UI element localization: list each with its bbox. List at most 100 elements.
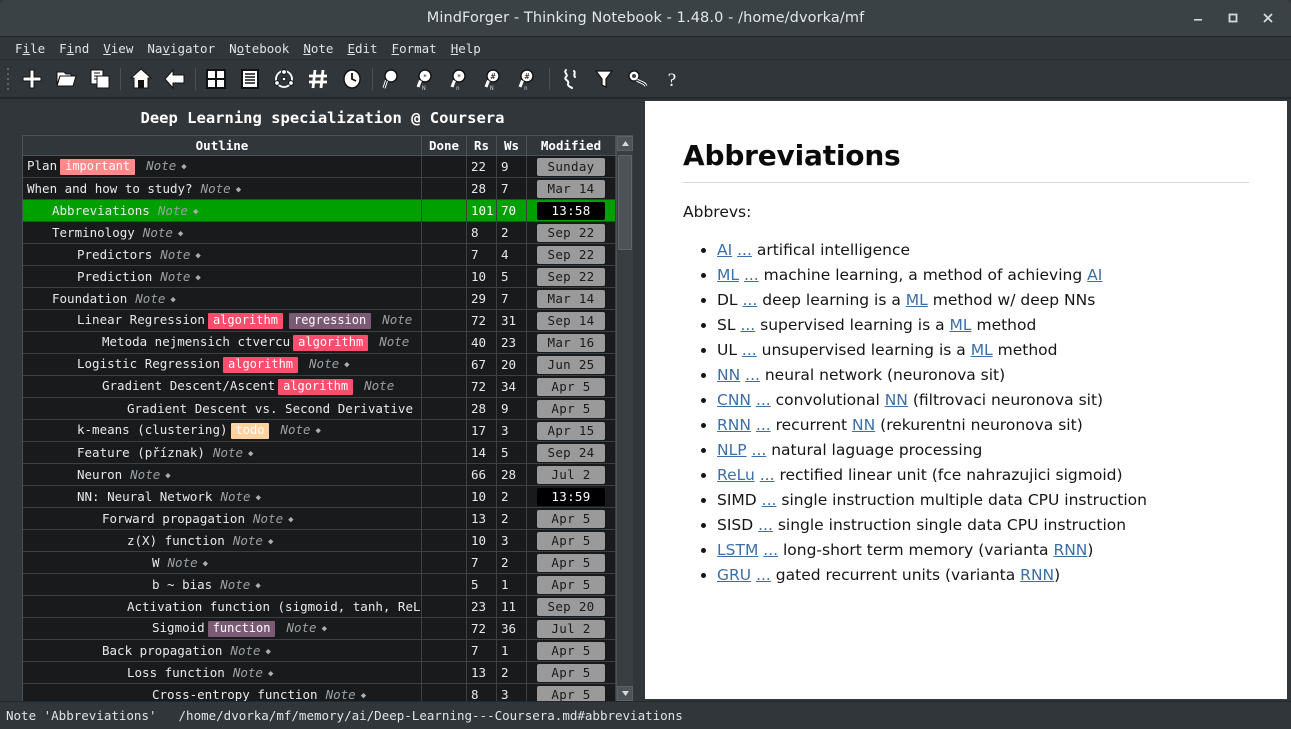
- menu-help[interactable]: Help: [444, 39, 488, 58]
- table-row[interactable]: Logistic Regression algorithm Note ◆ 67 20 Jun…: [23, 353, 616, 376]
- knowledge-graph-icon[interactable]: [267, 63, 301, 95]
- menu-note[interactable]: Note: [296, 39, 340, 58]
- search-notebook-by-name-icon[interactable]: * N: [410, 63, 444, 95]
- outline-vertical-scrollbar[interactable]: [616, 136, 633, 701]
- scroll-up-arrow-icon[interactable]: [617, 136, 633, 151]
- column-header-done[interactable]: Done: [421, 136, 467, 156]
- outline-cell[interactable]: Metoda nejmensich ctvercu algorithm Note: [23, 331, 422, 354]
- table-row[interactable]: Gradient Descent/Ascent algorithm Note 72 34…: [23, 375, 616, 398]
- outline-cell[interactable]: NN: Neural Network Note ◆: [23, 485, 422, 508]
- inline-reference-link[interactable]: ML: [971, 341, 993, 359]
- copy-documents-icon[interactable]: [83, 63, 117, 95]
- ellipsis-link[interactable]: ...: [756, 566, 771, 584]
- table-row[interactable]: Gradient Descent vs. Second Derivative 28…: [23, 397, 616, 420]
- table-row[interactable]: Linear Regression algorithm regression Note…: [23, 309, 616, 332]
- table-row[interactable]: Foundation Note ◆ 29 7 Mar 14: [23, 287, 616, 310]
- grid-view-icon[interactable]: [199, 63, 233, 95]
- outline-cell[interactable]: Prediction Note ◆: [23, 265, 422, 288]
- outline-cell[interactable]: k-means (clustering) todo Note ◆: [23, 419, 422, 442]
- outline-cell[interactable]: Feature (příznak) Note ◆: [23, 441, 422, 464]
- outline-cell[interactable]: Activation function (sigmoid, tanh, ReLU: [23, 595, 422, 618]
- search-note-by-tag-icon[interactable]: # n: [512, 63, 546, 95]
- ellipsis-link[interactable]: ...: [760, 466, 775, 484]
- table-row[interactable]: Metoda nejmensich ctvercu algorithm Note 40…: [23, 331, 616, 354]
- search-icon[interactable]: [376, 63, 410, 95]
- ellipsis-link[interactable]: ...: [752, 441, 767, 459]
- ellipsis-link[interactable]: ...: [740, 316, 755, 334]
- table-row[interactable]: k-means (clustering) todo Note ◆ 17 3 Apr 15: [23, 419, 616, 442]
- abbreviation-term[interactable]: GRU: [717, 566, 751, 584]
- clock-icon[interactable]: [335, 63, 369, 95]
- inline-reference-link[interactable]: ML: [906, 291, 928, 309]
- toolbar-grip[interactable]: [3, 67, 12, 91]
- abbreviation-term[interactable]: NN: [717, 366, 740, 384]
- abbreviation-term[interactable]: RNN: [717, 416, 751, 434]
- ellipsis-link[interactable]: ...: [744, 266, 759, 284]
- outline-cell[interactable]: Sigmoid function Note ◆: [23, 617, 422, 640]
- ellipsis-link[interactable]: ...: [737, 241, 752, 259]
- abbreviation-term[interactable]: NLP: [717, 441, 747, 459]
- outline-cell[interactable]: Logistic Regression algorithm Note ◆: [23, 353, 422, 376]
- menu-navigator[interactable]: Navigator: [140, 39, 222, 58]
- wrench-icon[interactable]: [621, 63, 655, 95]
- table-row[interactable]: Neuron Note ◆ 66 28 Jul 2: [23, 463, 616, 486]
- close-icon[interactable]: [1260, 10, 1276, 26]
- abbreviation-term[interactable]: CNN: [717, 391, 751, 409]
- plus-icon[interactable]: [15, 63, 49, 95]
- outline-cell[interactable]: Forward propagation Note ◆: [23, 507, 422, 530]
- hashtag-icon[interactable]: [301, 63, 335, 95]
- scribble-icon[interactable]: [553, 63, 587, 95]
- table-row[interactable]: z(X) function Note ◆ 10 3 Apr 5: [23, 529, 616, 552]
- inline-reference-link[interactable]: RNN: [1020, 566, 1054, 584]
- ellipsis-link[interactable]: ...: [756, 416, 771, 434]
- outline-cell[interactable]: Neuron Note ◆: [23, 463, 422, 486]
- table-row[interactable]: Cross-entropy function Note ◆ 8 3 Apr 5: [23, 683, 616, 701]
- ellipsis-link[interactable]: ...: [758, 516, 773, 534]
- scroll-down-arrow-icon[interactable]: [617, 686, 633, 701]
- home-icon[interactable]: [124, 63, 158, 95]
- ellipsis-link[interactable]: ...: [763, 541, 778, 559]
- inline-reference-link[interactable]: RNN: [1053, 541, 1087, 559]
- outline-cell[interactable]: Gradient Descent/Ascent algorithm Note: [23, 375, 422, 398]
- inline-reference-link[interactable]: AI: [1087, 266, 1102, 284]
- minimize-icon[interactable]: [1190, 10, 1206, 26]
- menu-notebook[interactable]: Notebook: [222, 39, 296, 58]
- table-row[interactable]: b ~ bias Note ◆ 5 1 Apr 5: [23, 573, 616, 596]
- table-row[interactable]: Prediction Note ◆ 10 5 Sep 22: [23, 265, 616, 288]
- outline-cell[interactable]: W Note ◆: [23, 551, 422, 574]
- inline-reference-link[interactable]: NN: [852, 416, 875, 434]
- outline-cell[interactable]: Foundation Note ◆: [23, 287, 422, 310]
- abbreviation-term[interactable]: LSTM: [717, 541, 758, 559]
- back-arrow-icon[interactable]: [158, 63, 192, 95]
- search-notebook-by-tag-icon[interactable]: # N: [478, 63, 512, 95]
- outline-cell[interactable]: Abbreviations Note ◆: [23, 199, 422, 222]
- ellipsis-link[interactable]: ...: [745, 366, 760, 384]
- table-row[interactable]: Predictors Note ◆ 7 4 Sep 22: [23, 243, 616, 266]
- outline-cell[interactable]: Terminology Note ◆: [23, 221, 422, 244]
- ellipsis-link[interactable]: ...: [756, 391, 771, 409]
- outline-cell[interactable]: Plan important Note ◆: [23, 155, 422, 178]
- maximize-icon[interactable]: [1225, 10, 1241, 26]
- table-row[interactable]: Forward propagation Note ◆ 13 2 Apr 5: [23, 507, 616, 530]
- abbreviation-term[interactable]: ReLu: [717, 466, 755, 484]
- menu-format[interactable]: Format: [385, 39, 444, 58]
- funnel-icon[interactable]: [587, 63, 621, 95]
- abbreviation-term[interactable]: ML: [717, 266, 739, 284]
- menu-view[interactable]: View: [96, 39, 140, 58]
- ellipsis-link[interactable]: ...: [742, 341, 757, 359]
- outline-cell[interactable]: Loss function Note ◆: [23, 661, 422, 684]
- menu-file[interactable]: File: [8, 39, 52, 58]
- table-row[interactable]: Plan important Note ◆ 22 9 Sunday: [23, 155, 616, 178]
- table-row[interactable]: Activation function (sigmoid, tanh, ReLU…: [23, 595, 616, 618]
- scrollbar-track[interactable]: [617, 151, 633, 686]
- outline-cell[interactable]: Cross-entropy function Note ◆: [23, 683, 422, 701]
- abbreviation-term[interactable]: AI: [717, 241, 732, 259]
- outline-cell[interactable]: Predictors Note ◆: [23, 243, 422, 266]
- table-row[interactable]: Loss function Note ◆ 13 2 Apr 5: [23, 661, 616, 684]
- ellipsis-link[interactable]: ...: [743, 291, 758, 309]
- table-row[interactable]: Sigmoid function Note ◆ 72 36 Jul 2: [23, 617, 616, 640]
- ellipsis-link[interactable]: ...: [762, 491, 777, 509]
- column-header-rs[interactable]: Rs: [466, 136, 497, 156]
- scrollbar-thumb[interactable]: [618, 155, 632, 250]
- outline-cell[interactable]: When and how to study? Note ◆: [23, 177, 422, 200]
